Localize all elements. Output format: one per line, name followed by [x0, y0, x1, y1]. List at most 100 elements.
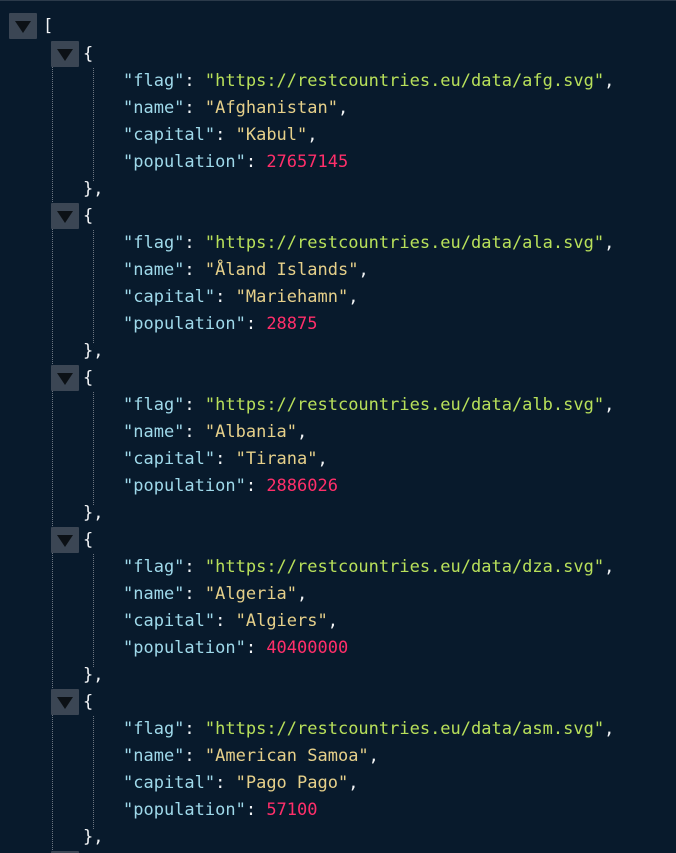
- comma: ,: [307, 125, 318, 145]
- population-key: "population": [123, 314, 246, 334]
- colon: :: [245, 314, 267, 334]
- property-capital: "capital": "Pago Pago",: [123, 770, 358, 797]
- comma: ,: [348, 287, 359, 307]
- property-population: "population": 57100: [123, 797, 318, 824]
- colon: :: [184, 71, 205, 91]
- population-key: "population": [123, 800, 246, 820]
- flag-key: "flag": [123, 395, 185, 415]
- flag-value: "https://restcountries.eu/data/asm.svg": [204, 719, 605, 739]
- name-key: "name": [123, 260, 185, 280]
- capital-key: "capital": [123, 449, 216, 469]
- comma: ,: [604, 71, 615, 91]
- property-population: "population": 2886026: [123, 473, 338, 500]
- comma: ,: [604, 557, 615, 577]
- capital-value: "Tirana": [235, 449, 318, 469]
- flag-key: "flag": [123, 719, 185, 739]
- property-capital: "capital": "Algiers",: [123, 608, 338, 635]
- object-indent-guide: [93, 392, 94, 505]
- population-key: "population": [123, 152, 246, 172]
- property-population: "population": 27657145: [123, 149, 348, 176]
- comma: ,: [297, 584, 308, 604]
- object-open-brace: {: [83, 530, 94, 550]
- property-population: "population": 40400000: [123, 635, 348, 662]
- colon: :: [184, 746, 205, 766]
- property-name: "name": "American Samoa",: [123, 743, 379, 770]
- property-name: "name": "Algeria",: [123, 581, 307, 608]
- object-indent-guide: [93, 230, 94, 343]
- root-indent-guide: [52, 41, 53, 853]
- capital-key: "capital": [123, 773, 216, 793]
- collapse-object-toggle[interactable]: [51, 527, 79, 553]
- colon: :: [184, 233, 205, 253]
- object-indent-guide: [93, 716, 94, 829]
- triangle-down-icon: [57, 373, 73, 385]
- flag-value: "https://restcountries.eu/data/afg.svg": [204, 71, 605, 91]
- triangle-down-icon: [15, 21, 31, 33]
- triangle-down-icon: [57, 535, 73, 547]
- colon: :: [184, 98, 205, 118]
- colon: :: [215, 449, 236, 469]
- colon: :: [245, 638, 267, 658]
- population-key: "population": [123, 638, 246, 658]
- comma: ,: [327, 611, 338, 631]
- name-value: "Albania": [204, 422, 298, 442]
- triangle-down-icon: [57, 211, 73, 223]
- collapse-object-toggle[interactable]: [51, 365, 79, 391]
- property-flag: "flag": "https://restcountries.eu/data/d…: [123, 554, 614, 581]
- colon: :: [184, 719, 205, 739]
- colon: :: [245, 152, 267, 172]
- object-close-brace: },: [83, 179, 104, 199]
- capital-key: "capital": [123, 125, 216, 145]
- flag-value: "https://restcountries.eu/data/alb.svg": [204, 395, 605, 415]
- object-close-brace: },: [83, 827, 104, 847]
- comma: ,: [604, 233, 615, 253]
- name-value: "Åland Islands": [204, 260, 359, 280]
- collapse-object-toggle[interactable]: [51, 689, 79, 715]
- collapse-root-toggle[interactable]: [9, 13, 37, 39]
- object-close-brace: },: [83, 665, 104, 685]
- property-flag: "flag": "https://restcountries.eu/data/a…: [123, 392, 614, 419]
- name-value: "American Samoa": [204, 746, 369, 766]
- property-name: "name": "Åland Islands",: [123, 257, 369, 284]
- property-flag: "flag": "https://restcountries.eu/data/a…: [123, 716, 614, 743]
- colon: :: [184, 395, 205, 415]
- comma: ,: [317, 449, 328, 469]
- comma: ,: [348, 773, 359, 793]
- name-key: "name": [123, 422, 185, 442]
- comma: ,: [604, 719, 615, 739]
- property-name: "name": "Albania",: [123, 419, 307, 446]
- colon: :: [215, 287, 236, 307]
- root-open-bracket: [: [43, 16, 54, 36]
- object-close-brace: },: [83, 341, 104, 361]
- population-value: 2886026: [266, 476, 338, 496]
- triangle-down-icon: [57, 697, 73, 709]
- population-value: 28875: [266, 314, 318, 334]
- colon: :: [245, 476, 267, 496]
- colon: :: [215, 773, 236, 793]
- collapse-object-toggle[interactable]: [51, 41, 79, 67]
- colon: :: [184, 584, 205, 604]
- object-open-brace: {: [83, 692, 94, 712]
- colon: :: [215, 611, 236, 631]
- flag-value: "https://restcountries.eu/data/dza.svg": [204, 557, 605, 577]
- json-viewer: [ { "flag": "https://restcountries.eu/dat…: [0, 0, 676, 853]
- capital-key: "capital": [123, 611, 216, 631]
- colon: :: [184, 557, 205, 577]
- comma: ,: [297, 422, 308, 442]
- name-key: "name": [123, 98, 185, 118]
- colon: :: [184, 422, 205, 442]
- comma: ,: [604, 395, 615, 415]
- capital-value: "Mariehamn": [235, 287, 349, 307]
- object-open-brace: {: [83, 206, 94, 226]
- population-value: 57100: [266, 800, 318, 820]
- capital-value: "Algiers": [235, 611, 328, 631]
- flag-key: "flag": [123, 71, 185, 91]
- triangle-down-icon: [57, 49, 73, 61]
- collapse-object-toggle[interactable]: [51, 203, 79, 229]
- colon: :: [184, 260, 205, 280]
- comma: ,: [337, 98, 349, 118]
- comma: ,: [358, 260, 369, 280]
- property-flag: "flag": "https://restcountries.eu/data/a…: [123, 68, 614, 95]
- capital-value: "Pago Pago": [235, 773, 349, 793]
- name-key: "name": [123, 746, 185, 766]
